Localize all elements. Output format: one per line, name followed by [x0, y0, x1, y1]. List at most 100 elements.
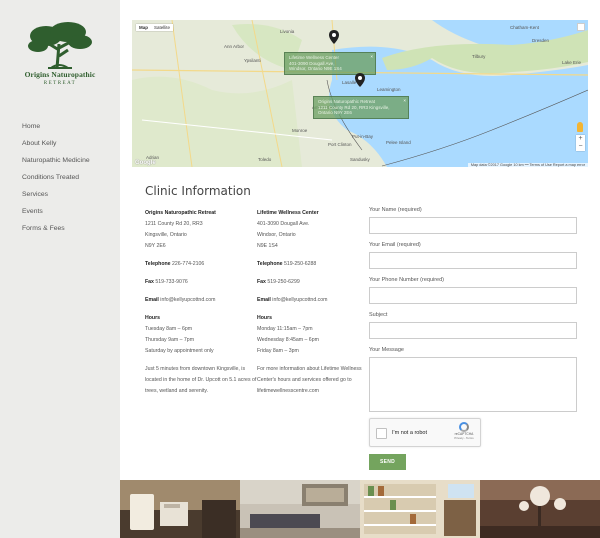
hours-line: Thursday 9am – 7pm [145, 337, 195, 343]
address-line: 401-3090 Dougall Ave. [257, 221, 310, 227]
nav-item-about-kelly[interactable]: About Kelly [22, 135, 90, 152]
map-label: Pelee Island [386, 140, 411, 145]
map-label: Put-in-Bay [352, 134, 374, 139]
map-footer[interactable]: Map data ©2017 Google 10 km ⎯⎯ Terms of … [467, 163, 588, 167]
pegman-icon[interactable] [577, 122, 583, 132]
recaptcha-logo: reCAPTCHA Privacy - Terms [453, 422, 475, 440]
map-label: Leamington [377, 87, 401, 92]
email-label: Email [257, 297, 271, 303]
map-label: Port Clinton [328, 142, 352, 147]
fax-label: Fax [257, 279, 266, 285]
email-label: Email [145, 297, 159, 303]
map-label: Lake Erie [562, 60, 582, 65]
map-terrain [132, 20, 588, 167]
infobox-line: Windsor, Ontario N9E 1S4 [289, 66, 342, 71]
zoom-out-button[interactable]: − [576, 143, 585, 151]
hours-label: Hours [145, 315, 160, 321]
close-icon[interactable]: × [370, 54, 373, 60]
map-label: Ann Arbor [224, 44, 245, 49]
gallery-photo-room[interactable] [120, 480, 240, 538]
gallery-photo-decor[interactable] [480, 480, 600, 538]
map-label: Sandusky [350, 157, 370, 162]
map-pin-icon[interactable] [329, 30, 339, 44]
hours-line: Saturday by appointment only [145, 348, 214, 354]
recaptcha-widget: I'm not a robot reCAPTCHA Privacy - Term… [369, 418, 481, 447]
tab-satellite[interactable]: Satellite [151, 24, 173, 31]
hours-line: Tuesday 8am – 6pm [145, 326, 193, 332]
clinic-name: Lifetime Wellness Center [257, 210, 319, 216]
hours-line: Monday 11:15am – 7pm [257, 326, 313, 332]
google-logo: Google [135, 160, 156, 166]
logo-name: Origins Naturopathic [24, 70, 96, 79]
map-label: Toledo [258, 157, 272, 162]
fax-value: 519-250-6299 [267, 279, 300, 285]
email-link[interactable]: info@kellyupcottnd.com [160, 297, 215, 303]
subject-field[interactable] [369, 322, 577, 339]
map-label: Ypsilanti [244, 58, 261, 63]
infobox-line: Ontario N9Y 2E6 [318, 110, 352, 115]
map-label: Dresden [532, 38, 550, 43]
recaptcha-checkbox[interactable] [376, 428, 387, 439]
recaptcha-terms[interactable]: Privacy - Terms [453, 436, 475, 440]
main-nav: Home About Kelly Naturopathic Medicine C… [22, 118, 90, 237]
telephone-label: Telephone [145, 261, 171, 267]
clinic-lifetime: Lifetime Wellness Center 401-3090 Dougal… [257, 208, 369, 405]
telephone-value[interactable]: 226-774-2106 [172, 261, 204, 267]
nav-item-forms-fees[interactable]: Forms & Fees [22, 220, 90, 237]
clinic-name: Origins Naturopathic Retreat [145, 210, 216, 216]
address-line: Windsor, Ontario [257, 232, 296, 238]
logo[interactable]: Origins Naturopathic RETREAT [18, 22, 102, 94]
fax-label: Fax [145, 279, 154, 285]
fullscreen-icon[interactable] [577, 23, 585, 31]
address-line: Kingsville, Ontario [145, 232, 187, 238]
gallery-photo-shelves[interactable] [360, 480, 480, 538]
map-label: Monroe [292, 128, 308, 133]
tree-logo-icon [28, 22, 92, 69]
map-infobox-lifetime: × Lifetime Wellness Center 401-3090 Doug… [284, 52, 376, 75]
map-label: Livonia [280, 29, 295, 34]
map-label: Chatham-Kent [510, 25, 540, 30]
phone-field[interactable] [369, 287, 577, 304]
zoom-in-button[interactable]: + [576, 135, 585, 143]
name-label: Your Name (required) [369, 207, 422, 213]
clinic-origins: Origins Naturopathic Retreat 1211 County… [145, 208, 257, 405]
gallery-photo-treatment[interactable] [240, 480, 360, 538]
address-line: 1211 County Rd 20, RR3 [145, 221, 203, 227]
recaptcha-icon [459, 422, 469, 432]
telephone-value[interactable]: 519-250-6288 [284, 261, 316, 267]
subject-label: Subject [369, 312, 388, 318]
map-label: Tilbury [472, 54, 486, 59]
hours-line: Wednesday 8:45am – 6pm [257, 337, 319, 343]
map-pin-icon[interactable] [355, 73, 365, 87]
tab-map[interactable]: Map [136, 24, 151, 31]
phone-label: Your Phone Number (required) [369, 277, 445, 283]
nav-item-naturopathic-medicine[interactable]: Naturopathic Medicine [22, 152, 90, 169]
clinic-note: Just 5 minutes from downtown Kingsville,… [145, 366, 257, 395]
contact-form: Your Name (required) Your Email (require… [369, 207, 577, 470]
email-field[interactable] [369, 252, 577, 269]
hours-label: Hours [257, 315, 272, 321]
zoom-control: + − [576, 135, 585, 151]
message-label: Your Message [369, 347, 404, 353]
address-line: N9Y 2E6 [145, 243, 166, 249]
logo-subtitle: RETREAT [43, 81, 77, 86]
email-label: Your Email (required) [369, 242, 421, 248]
clinic-note: For more information about Lifetime Well… [257, 366, 362, 395]
email-link[interactable]: info@kellyupcottnd.com [272, 297, 327, 303]
close-icon[interactable]: × [403, 98, 406, 104]
name-field[interactable] [369, 217, 577, 234]
sidebar: Origins Naturopathic RETREAT Home About … [0, 0, 120, 538]
map-infobox-origins: × Origins Naturopathic Retreat 1211 Coun… [313, 96, 409, 119]
nav-item-services[interactable]: Services [22, 186, 90, 203]
address-line: N9E 1S4 [257, 243, 278, 249]
nav-item-events[interactable]: Events [22, 203, 90, 220]
photo-gallery [120, 480, 600, 538]
clinic-title: Clinic Information [145, 184, 251, 198]
map-type-tabs: Map Satellite [136, 24, 174, 31]
send-button[interactable]: SEND [369, 454, 406, 470]
nav-item-conditions-treated[interactable]: Conditions Treated [22, 169, 90, 186]
main-content: Map Satellite Chatham-Kent Livonia Ann A… [120, 0, 600, 480]
google-map[interactable]: Map Satellite Chatham-Kent Livonia Ann A… [132, 20, 588, 167]
nav-item-home[interactable]: Home [22, 118, 90, 135]
message-field[interactable] [369, 357, 577, 412]
